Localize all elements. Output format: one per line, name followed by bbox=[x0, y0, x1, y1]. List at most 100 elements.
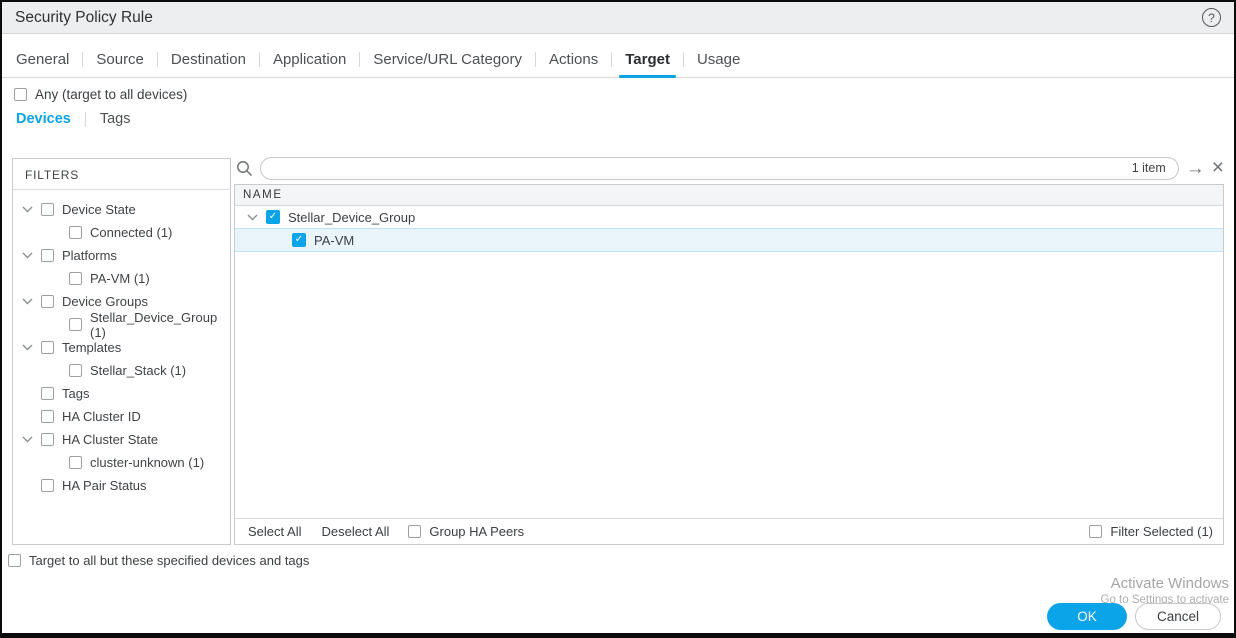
filters-panel: FILTERS Device State Connected (1) Platf… bbox=[12, 158, 231, 545]
filter-label: HA Cluster State bbox=[62, 432, 158, 447]
filter-checkbox-ha-cluster-id[interactable] bbox=[41, 410, 54, 423]
filter-checkbox-device-state[interactable] bbox=[41, 203, 54, 216]
filter-item-pa-vm[interactable]: PA-VM (1) bbox=[13, 267, 230, 290]
ok-button[interactable]: OK bbox=[1047, 603, 1127, 630]
row-checkbox-stellar-device-group[interactable]: ✓ bbox=[266, 210, 280, 224]
filter-label: cluster-unknown (1) bbox=[90, 455, 204, 470]
check-icon: ✓ bbox=[269, 212, 277, 222]
filter-checkbox-templates[interactable] bbox=[41, 341, 54, 354]
filter-checkbox-stellar-stack[interactable] bbox=[69, 364, 82, 377]
row-label: Stellar_Device_Group bbox=[288, 210, 415, 225]
filter-label: Device Groups bbox=[62, 294, 148, 309]
filter-label: Platforms bbox=[62, 248, 117, 263]
subtab-divider bbox=[85, 112, 86, 127]
table-empty-area bbox=[235, 252, 1223, 518]
chevron-down-icon[interactable] bbox=[247, 214, 258, 221]
row-label: PA-VM bbox=[314, 233, 354, 248]
filters-title: FILTERS bbox=[13, 159, 230, 190]
filters-list: Device State Connected (1) Platforms PA-… bbox=[13, 190, 230, 497]
help-icon[interactable]: ? bbox=[1202, 8, 1221, 27]
check-icon: ✓ bbox=[295, 235, 303, 245]
filter-item-ha-cluster-id[interactable]: HA Cluster ID bbox=[13, 405, 230, 428]
filter-checkbox-tags[interactable] bbox=[41, 387, 54, 400]
tab-general[interactable]: General bbox=[16, 51, 82, 68]
filter-label: HA Pair Status bbox=[62, 478, 147, 493]
tab-target[interactable]: Target bbox=[612, 51, 683, 68]
filter-checkbox-device-groups[interactable] bbox=[41, 295, 54, 308]
filter-item-cluster-unknown[interactable]: cluster-unknown (1) bbox=[13, 451, 230, 474]
filter-selected-label: Filter Selected (1) bbox=[1110, 524, 1213, 539]
search-row: 1 item → × bbox=[236, 155, 1224, 181]
tab-service-url-category[interactable]: Service/URL Category bbox=[360, 51, 535, 68]
chevron-down-icon[interactable] bbox=[22, 436, 33, 443]
select-all-button[interactable]: Select All bbox=[243, 524, 306, 539]
filter-label: Stellar_Device_Group (1) bbox=[90, 310, 230, 340]
column-header-name[interactable]: NAME bbox=[235, 185, 1223, 206]
filter-item-device-state[interactable]: Device State bbox=[13, 198, 230, 221]
filter-item-tags[interactable]: Tags bbox=[13, 382, 230, 405]
subtab-tags[interactable]: Tags bbox=[100, 111, 131, 127]
chevron-down-icon[interactable] bbox=[22, 298, 33, 305]
filter-selected-checkbox[interactable] bbox=[1089, 525, 1102, 538]
filter-checkbox-pa-vm[interactable] bbox=[69, 272, 82, 285]
item-count-badge: 1 item bbox=[1132, 161, 1166, 175]
negate-target-row: Target to all but these specified device… bbox=[8, 553, 309, 568]
row-checkbox-pa-vm[interactable]: ✓ bbox=[292, 233, 306, 247]
activate-windows-watermark: Activate Windows Go to Settings to activ… bbox=[1101, 575, 1230, 606]
table-row-pa-vm[interactable]: ✓ PA-VM bbox=[235, 229, 1223, 252]
filter-label: HA Cluster ID bbox=[62, 409, 141, 424]
search-input[interactable] bbox=[271, 161, 1132, 176]
table-footer: Select All Deselect All Group HA Peers F… bbox=[235, 518, 1223, 544]
negate-target-label: Target to all but these specified device… bbox=[29, 553, 309, 568]
tab-destination[interactable]: Destination bbox=[158, 51, 259, 68]
tab-source[interactable]: Source bbox=[83, 51, 157, 68]
filter-item-platforms[interactable]: Platforms bbox=[13, 244, 230, 267]
any-target-checkbox[interactable] bbox=[14, 88, 27, 101]
search-pill: 1 item bbox=[260, 157, 1179, 180]
filter-label: Tags bbox=[62, 386, 89, 401]
security-policy-rule-dialog: Security Policy Rule ? General Source De… bbox=[0, 0, 1236, 638]
chevron-down-icon[interactable] bbox=[22, 252, 33, 259]
chevron-down-icon[interactable] bbox=[22, 206, 33, 213]
filter-label: PA-VM (1) bbox=[90, 271, 150, 286]
filter-item-stellar-stack[interactable]: Stellar_Stack (1) bbox=[13, 359, 230, 382]
filter-item-ha-cluster-state[interactable]: HA Cluster State bbox=[13, 428, 230, 451]
tab-bar: General Source Destination Application S… bbox=[2, 34, 1234, 78]
filter-selected-control: Filter Selected (1) bbox=[1089, 524, 1213, 539]
tab-actions[interactable]: Actions bbox=[536, 51, 611, 68]
chevron-down-icon[interactable] bbox=[22, 344, 33, 351]
any-target-label: Any (target to all devices) bbox=[35, 87, 187, 102]
group-ha-peers-control: Group HA Peers bbox=[408, 524, 524, 539]
subtab-devices[interactable]: Devices bbox=[16, 111, 71, 127]
dialog-titlebar: Security Policy Rule ? bbox=[2, 2, 1234, 34]
filter-label: Connected (1) bbox=[90, 225, 172, 240]
apply-filter-arrow-icon[interactable]: → bbox=[1186, 159, 1205, 178]
group-ha-peers-checkbox[interactable] bbox=[408, 525, 421, 538]
filter-checkbox-stellar-device-group[interactable] bbox=[69, 318, 82, 331]
filter-checkbox-connected[interactable] bbox=[69, 226, 82, 239]
dialog-title: Security Policy Rule bbox=[15, 9, 153, 27]
filter-label: Stellar_Stack (1) bbox=[90, 363, 186, 378]
filter-item-connected[interactable]: Connected (1) bbox=[13, 221, 230, 244]
search-icon bbox=[236, 160, 253, 177]
any-target-row: Any (target to all devices) bbox=[14, 87, 1234, 102]
filter-label: Device State bbox=[62, 202, 136, 217]
group-ha-peers-label: Group HA Peers bbox=[429, 524, 524, 539]
clear-filter-close-icon[interactable]: × bbox=[1212, 157, 1224, 178]
filter-checkbox-ha-pair-status[interactable] bbox=[41, 479, 54, 492]
subtab-bar: Devices Tags bbox=[16, 111, 1234, 127]
deselect-all-button[interactable]: Deselect All bbox=[316, 524, 394, 539]
cancel-button[interactable]: Cancel bbox=[1135, 603, 1221, 630]
filter-label: Templates bbox=[62, 340, 121, 355]
filter-checkbox-ha-cluster-state[interactable] bbox=[41, 433, 54, 446]
watermark-line1: Activate Windows bbox=[1101, 575, 1230, 592]
tab-usage[interactable]: Usage bbox=[684, 51, 753, 68]
filter-checkbox-cluster-unknown[interactable] bbox=[69, 456, 82, 469]
filter-checkbox-platforms[interactable] bbox=[41, 249, 54, 262]
filter-item-ha-pair-status[interactable]: HA Pair Status bbox=[13, 474, 230, 497]
negate-target-checkbox[interactable] bbox=[8, 554, 21, 567]
tab-application[interactable]: Application bbox=[260, 51, 359, 68]
table-row-stellar-device-group[interactable]: ✓ Stellar_Device_Group bbox=[235, 206, 1223, 229]
filter-item-stellar-device-group[interactable]: Stellar_Device_Group (1) bbox=[13, 313, 230, 336]
dialog-actions: OK Cancel bbox=[1047, 603, 1221, 630]
